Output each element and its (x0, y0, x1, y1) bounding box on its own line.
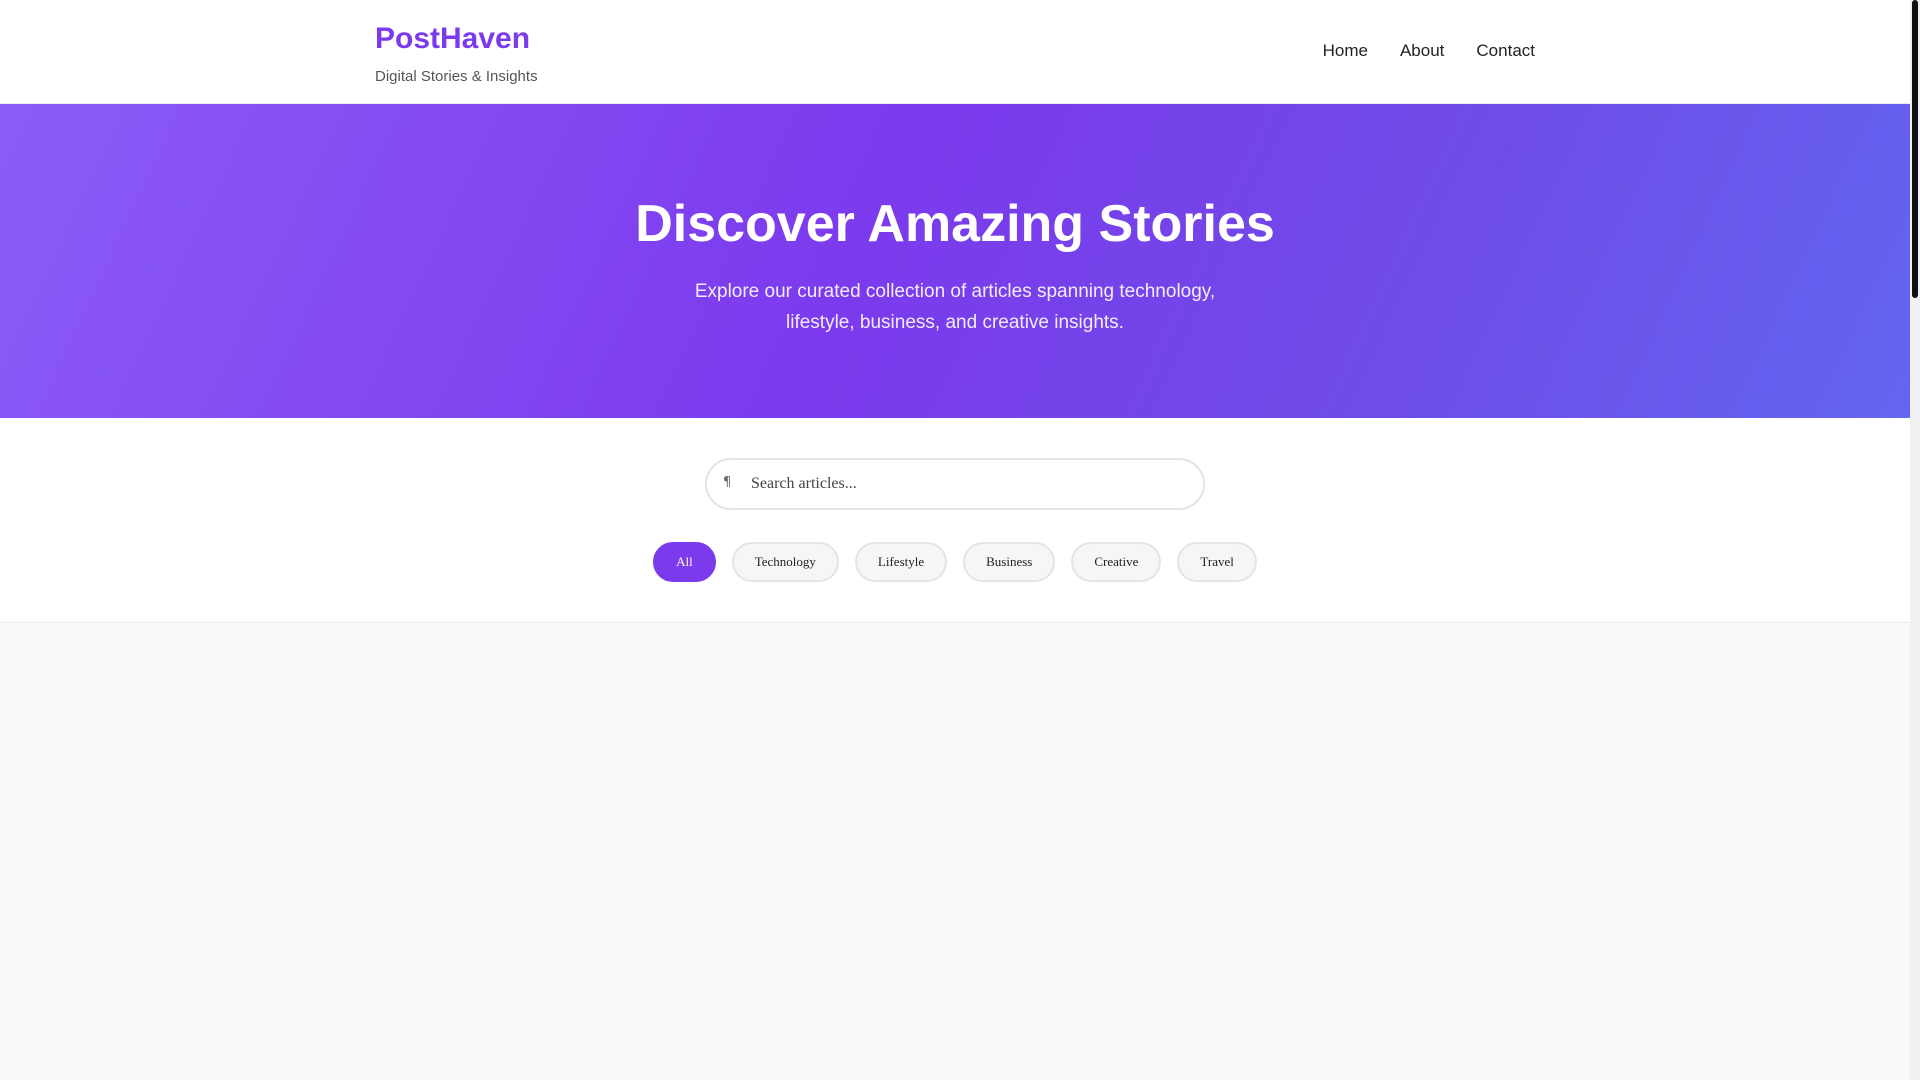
filter-chip-business[interactable]: Business (963, 542, 1056, 582)
filter-chip-travel[interactable]: Travel (1177, 542, 1257, 582)
nav-link-about[interactable]: About (1400, 40, 1444, 62)
hero-title: Discover Amazing Stories (635, 195, 1275, 253)
filter-chip-creative[interactable]: Creative (1071, 542, 1162, 582)
search-icon: ¶ (723, 475, 732, 490)
filter-section: ¶ All Technology Lifestyle Business Crea… (0, 418, 1910, 623)
hero-banner: Discover Amazing Stories Explore our cur… (0, 104, 1910, 418)
hero-subtitle: Explore our curated collection of articl… (694, 281, 1216, 333)
nav-link-contact[interactable]: Contact (1476, 40, 1535, 62)
category-filters: All Technology Lifestyle Business Creati… (0, 542, 1910, 582)
filter-chip-technology[interactable]: Technology (731, 542, 839, 582)
brand-tagline: Digital Stories & Insights (375, 68, 538, 85)
vertical-scrollbar[interactable] (1910, 0, 1920, 1080)
brand-logo-link[interactable]: PostHaven (375, 20, 538, 58)
search-input[interactable] (751, 466, 1181, 502)
main-nav: Home About Contact (1323, 40, 1535, 62)
filter-chip-lifestyle[interactable]: Lifestyle (854, 542, 948, 582)
brand: PostHaven Digital Stories & Insights (375, 20, 538, 85)
filter-chip-all[interactable]: All (653, 542, 716, 582)
nav-link-home[interactable]: Home (1323, 40, 1368, 62)
scrollbar-thumb[interactable] (1912, 0, 1918, 298)
page: PostHaven Digital Stories & Insights Hom… (0, 0, 1910, 1080)
site-header: PostHaven Digital Stories & Insights Hom… (0, 0, 1910, 104)
search-box: ¶ (705, 458, 1205, 510)
